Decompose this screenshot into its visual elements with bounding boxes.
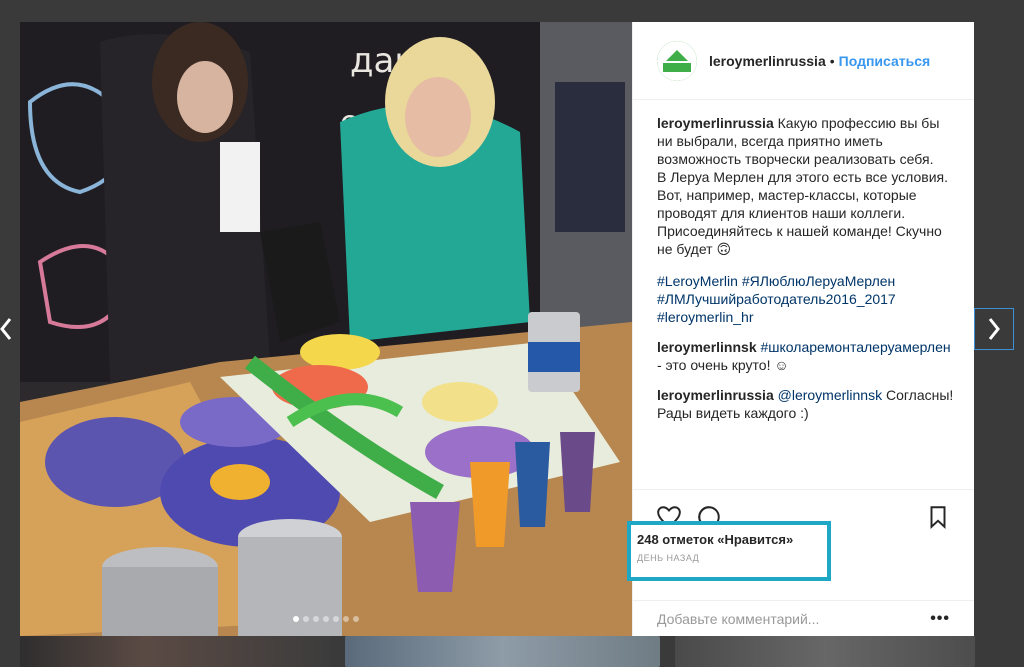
comment-input[interactable]	[657, 610, 931, 627]
background-post-thumbnail	[675, 636, 975, 667]
comments-list: leroymerlinrussia Какую профессию вы бы …	[657, 114, 954, 434]
caption-text: возможность творчески реализовать себя.	[657, 151, 934, 167]
carousel-dot[interactable]	[293, 616, 299, 622]
comment-text: Рады видеть каждого :)	[657, 405, 809, 421]
photo-scene: дание com/lero	[20, 22, 632, 636]
post-timestamp[interactable]: ДЕНЬ НАЗАД	[637, 553, 827, 563]
hashtag-link[interactable]: #leroymerlin_hr	[657, 308, 954, 326]
caption-text: ни выбрали, всегда приятно иметь	[657, 133, 883, 149]
caption-text: не будет 🙃	[657, 241, 732, 257]
post-photo[interactable]: дание com/lero	[20, 22, 632, 636]
comment-username[interactable]: leroymerlinrussia	[657, 387, 774, 403]
chevron-left-icon	[0, 318, 12, 340]
likes-count[interactable]: 248 отметок «Нравится»	[637, 532, 827, 547]
caption-text: В Леруа Мерлен для этого есть все услови…	[657, 169, 949, 185]
avatar[interactable]	[657, 40, 697, 81]
carousel-dot[interactable]	[333, 616, 339, 622]
mention-link[interactable]: @leroymerlinnsk	[778, 387, 882, 403]
comment-text: - это очень круто! ☺	[657, 357, 789, 373]
more-options-button[interactable]: •••	[930, 610, 950, 628]
caption-text: проводят для клиентов наши коллеги.	[657, 205, 906, 221]
hashtag-link[interactable]: #школаремонталеруамерлен	[761, 339, 951, 355]
caption: leroymerlinrussia Какую профессию вы бы …	[657, 114, 954, 326]
chevron-right-icon	[988, 318, 1000, 340]
carousel-indicator	[20, 616, 632, 622]
save-button[interactable]	[918, 497, 958, 537]
hashtag-link[interactable]: #LeroyMerlin #ЯЛюблюЛеруаМерлен	[657, 272, 954, 290]
caption-text: Вот, например, мастер-классы, которые	[657, 187, 917, 203]
background-post-thumbnail	[20, 636, 330, 667]
next-post-button[interactable]	[974, 308, 1014, 350]
add-comment-bar: •••	[633, 600, 974, 636]
caption-text: Присоединяйтесь к нашей команде! Скучно	[657, 223, 942, 239]
carousel-dot[interactable]	[353, 616, 359, 622]
comment-item: leroymerlinnsk #школаремонталеруамерлен …	[657, 338, 954, 374]
leroy-merlin-logo-icon	[657, 40, 697, 81]
caption-username[interactable]: leroymerlinrussia	[657, 115, 774, 131]
carousel-dot[interactable]	[343, 616, 349, 622]
caption-text: Какую профессию вы бы	[777, 115, 940, 131]
follow-button[interactable]: Подписаться	[839, 53, 931, 69]
header-separator: •	[829, 52, 835, 69]
likes-highlight-box: 248 отметок «Нравится» ДЕНЬ НАЗАД	[627, 521, 831, 581]
carousel-dot[interactable]	[323, 616, 329, 622]
hashtag-link[interactable]: #ЛМЛучшийработодатель2016_2017	[657, 290, 954, 308]
background-post-thumbnail	[345, 636, 660, 667]
carousel-dot[interactable]	[313, 616, 319, 622]
carousel-dot[interactable]	[303, 616, 309, 622]
comment-username[interactable]: leroymerlinnsk	[657, 339, 757, 355]
comment-item: leroymerlinrussia @leroymerlinnsk Соглас…	[657, 386, 954, 422]
post-header: leroymerlinrussia • Подписаться	[633, 22, 974, 100]
bookmark-icon	[930, 505, 946, 529]
header-username[interactable]: leroymerlinrussia	[709, 53, 826, 69]
comment-text: Согласны!	[885, 387, 954, 403]
